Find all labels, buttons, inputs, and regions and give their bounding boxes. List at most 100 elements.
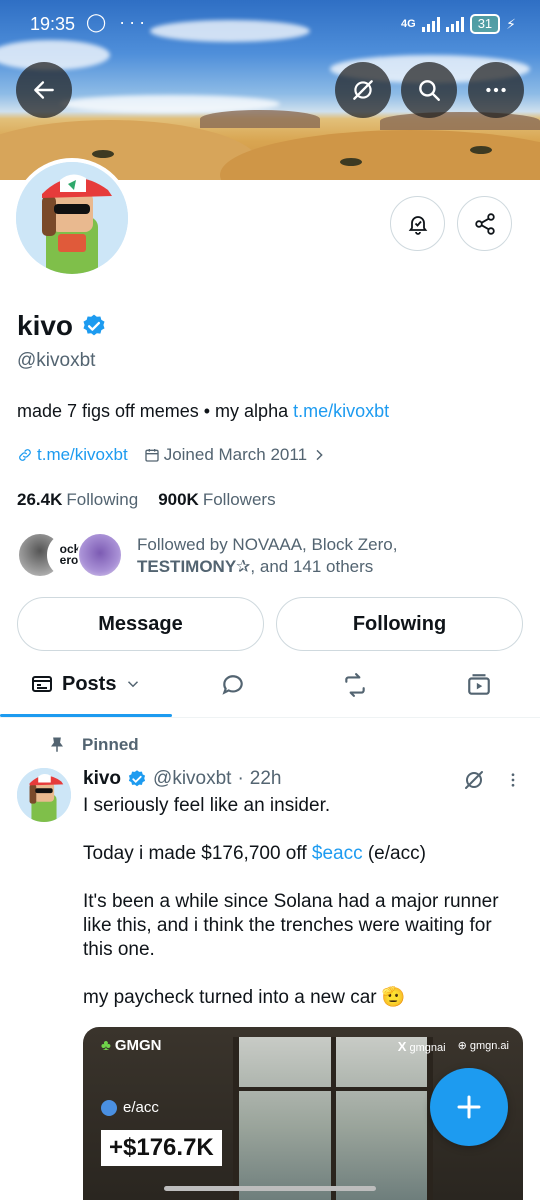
- frog-icon: ♣: [101, 1037, 111, 1054]
- post-avatar[interactable]: [17, 768, 71, 822]
- notify-button[interactable]: [390, 196, 445, 251]
- tab-posts[interactable]: Posts: [30, 672, 142, 696]
- token-icon: [101, 1099, 117, 1116]
- followed-by-avatars[interactable]: ock ero: [17, 532, 123, 578]
- more-vertical-icon: [511, 773, 515, 787]
- card-site: ⊕ gmgn.ai: [457, 1040, 509, 1052]
- more-icon: [486, 87, 506, 93]
- calendar-icon: [145, 449, 159, 462]
- bio-link[interactable]: t.me/kivoxbt: [293, 401, 389, 421]
- bell-check-icon: [408, 215, 427, 235]
- more-button[interactable]: [468, 62, 524, 118]
- chevron-down-icon: [128, 681, 139, 688]
- tabs-divider: [0, 717, 540, 718]
- post-grok-button[interactable]: [462, 768, 486, 797]
- post-time[interactable]: 22h: [250, 768, 282, 790]
- post-line-2: Today i made $176,700 off $eacc (e/acc): [83, 842, 513, 866]
- profile-avatar[interactable]: [12, 158, 132, 278]
- share-icon: [474, 212, 495, 235]
- website-text: t.me/kivoxbt: [37, 445, 128, 464]
- joined-date[interactable]: Joined March 2011: [144, 445, 327, 465]
- verified-badge-icon: [83, 314, 105, 336]
- repost-icon: [345, 673, 365, 697]
- tab-reposts[interactable]: [342, 672, 368, 698]
- follow-counts: 26.4K Following 900K Followers: [17, 490, 276, 510]
- following-label: Following: [66, 490, 139, 509]
- grok-icon: [353, 80, 373, 100]
- post-dot: ·: [237, 768, 244, 789]
- profile-meta: t.me/kivoxbt Joined March 2011: [17, 445, 327, 465]
- following-count-link[interactable]: 26.4K Following: [17, 490, 138, 510]
- charging-icon: ⚡: [506, 15, 516, 32]
- notification-icons: ◯ ···: [86, 12, 150, 32]
- follower-avatar-3: [77, 532, 123, 578]
- share-button[interactable]: [457, 196, 512, 251]
- card-ticker: e/acc: [101, 1099, 159, 1116]
- followed-by-name3: TESTIMONY: [137, 557, 237, 576]
- following-button-label: Following: [352, 612, 447, 635]
- status-bar: 19:35 ◯ ··· 4G 31 ⚡: [0, 0, 540, 50]
- grok-icon: [465, 771, 483, 789]
- back-button[interactable]: [16, 62, 72, 118]
- compose-button[interactable]: [430, 1068, 508, 1146]
- profile-name-text: kivo: [17, 310, 74, 341]
- post-line-4: my paycheck turned into a new car 🫡: [83, 987, 406, 1008]
- cashtag-link[interactable]: $eacc: [312, 843, 363, 864]
- pinned-text: Pinned: [82, 735, 139, 754]
- pin-icon: [51, 737, 63, 752]
- card-x-handle: X gmgnai: [397, 1039, 446, 1054]
- post-line-1: I seriously feel like an insider.: [83, 795, 331, 816]
- followers-label: Followers: [202, 490, 276, 509]
- bio-text: made 7 figs off memes • my alpha: [17, 401, 294, 421]
- reply-icon: [222, 675, 243, 695]
- following-button[interactable]: Following: [276, 597, 523, 651]
- avatar-image: [16, 162, 128, 274]
- card-brand: ♣ GMGN: [101, 1037, 162, 1054]
- followed-by-rest: , and 141 others: [250, 557, 374, 576]
- post-more-button[interactable]: [504, 768, 522, 797]
- profile-name: kivo: [17, 310, 107, 342]
- profile-bio: made 7 figs off memes • my alpha t.me/ki…: [17, 401, 389, 422]
- followed-by-line1: Followed by NOVAAA, Block Zero,: [137, 535, 398, 554]
- joined-text: Joined March 2011: [163, 445, 308, 464]
- message-button[interactable]: Message: [17, 597, 264, 651]
- followers-count: 900K: [158, 490, 199, 509]
- status-time: 19:35: [30, 14, 76, 34]
- message-label: Message: [98, 612, 183, 635]
- arrow-left-icon: [34, 81, 54, 99]
- battery-icon: 31: [469, 14, 501, 34]
- post-text[interactable]: I seriously feel like an insider. Today …: [83, 794, 513, 1034]
- link-icon: [19, 449, 31, 461]
- verified-badge-icon: [128, 770, 146, 787]
- following-count: 26.4K: [17, 490, 63, 509]
- card-ticker-text: e/acc: [123, 1099, 159, 1116]
- profile-handle: @kivoxbt: [17, 350, 96, 371]
- plus-icon: [457, 1095, 481, 1119]
- media-icon: [468, 674, 490, 695]
- home-indicator[interactable]: [164, 1186, 376, 1191]
- card-brand-text: GMGN: [114, 1037, 162, 1054]
- card-gain: +$176.7K: [101, 1130, 222, 1166]
- search-button[interactable]: [401, 62, 457, 118]
- tab-posts-label: Posts: [62, 672, 117, 695]
- posts-tab-icon: [32, 676, 52, 692]
- website-link[interactable]: t.me/kivoxbt: [17, 445, 128, 465]
- globe-icon: ⊕: [457, 1040, 467, 1052]
- followers-count-link[interactable]: 900K Followers: [158, 490, 275, 510]
- post-header: kivo @kivoxbt · 22h: [83, 768, 281, 790]
- status-right: 4G 31 ⚡: [401, 14, 516, 34]
- post-author-name[interactable]: kivo: [83, 768, 121, 790]
- followed-by-text[interactable]: Followed by NOVAAA, Block Zero, TESTIMON…: [137, 534, 517, 578]
- tab-replies[interactable]: [220, 672, 246, 698]
- tab-media[interactable]: [466, 672, 492, 698]
- post-line-3: It's been a while since Solana had a maj…: [83, 891, 499, 960]
- profile-tabs: Posts: [0, 660, 540, 718]
- post-author-handle[interactable]: @kivoxbt: [153, 768, 231, 790]
- search-icon: [419, 80, 440, 101]
- pinned-label: Pinned: [48, 735, 139, 755]
- post-line-2-post: (e/acc): [362, 843, 426, 864]
- signal-icon: [421, 16, 440, 32]
- card-social: X gmgnai ⊕ gmgn.ai: [398, 1039, 509, 1054]
- grok-button[interactable]: [335, 62, 391, 118]
- followed-by-star: ✰: [236, 557, 251, 576]
